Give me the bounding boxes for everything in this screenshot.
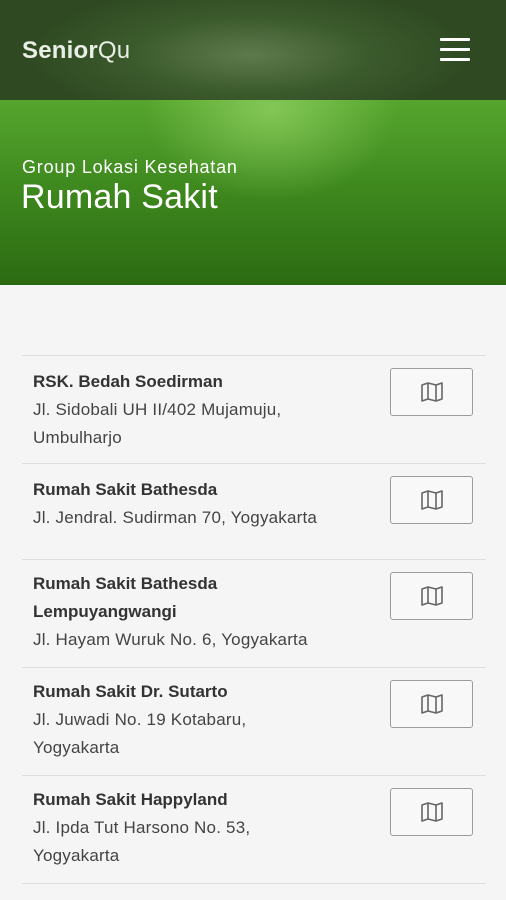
hospital-address-line: Jl. Sidobali UH II/402 Mujamuju, bbox=[33, 400, 282, 419]
list-item: RSK. Bedah Soedirman Jl. Sidobali UH II/… bbox=[22, 356, 486, 464]
map-icon bbox=[421, 490, 443, 510]
hospital-name: Rumah Sakit Bathesda bbox=[33, 574, 218, 593]
app-logo[interactable]: SeniorQu bbox=[22, 37, 130, 65]
map-icon bbox=[421, 802, 443, 822]
brand-bold-text: Senior bbox=[22, 37, 98, 64]
hospital-name: Rumah Sakit Happyland bbox=[33, 790, 228, 809]
hamburger-menu-icon-bar bbox=[440, 48, 470, 51]
hero-subtitle: Group Lokasi Kesehatan bbox=[22, 157, 238, 177]
hamburger-menu-icon-bar bbox=[440, 58, 470, 61]
list-item: Rumah Sakit Bathesda Lempuyangwangi Jl. … bbox=[22, 560, 486, 668]
map-icon bbox=[421, 694, 443, 714]
hospital-address-line: Jl. Ipda Tut Harsono No. 53, bbox=[33, 818, 251, 837]
list-item: Rumah Sakit Dr. Sutarto Jl. Juwadi No. 1… bbox=[22, 668, 486, 776]
hospital-address-line: Jl. Jendral. Sudirman 70, Yogyakarta bbox=[33, 508, 318, 527]
top-app-bar: SeniorQu bbox=[0, 0, 506, 100]
map-button[interactable] bbox=[390, 572, 473, 620]
hospital-name: Rumah Sakit Dr. Sutarto bbox=[33, 682, 228, 701]
hamburger-menu-icon bbox=[440, 38, 470, 41]
hero-banner: Group Lokasi Kesehatan Rumah Sakit bbox=[0, 100, 506, 285]
page-title: Rumah Sakit bbox=[21, 178, 218, 216]
hospital-address-line: Jl. Juwadi No. 19 Kotabaru, bbox=[33, 710, 247, 729]
map-button[interactable] bbox=[390, 788, 473, 836]
hospital-name: Rumah Sakit Bathesda bbox=[33, 480, 218, 499]
menu-button[interactable] bbox=[438, 38, 472, 64]
hospital-address-line: Yogyakarta bbox=[33, 846, 120, 865]
hospital-address-line: Umbulharjo bbox=[33, 428, 122, 447]
map-button[interactable] bbox=[390, 476, 473, 524]
hospital-address-line: Yogyakarta bbox=[33, 738, 120, 757]
list-item: Rumah Sakit Bathesda Jl. Jendral. Sudirm… bbox=[22, 464, 486, 560]
list-item: Rumah Sakit Happyland Jl. Ipda Tut Harso… bbox=[22, 776, 486, 884]
hospital-name: Lempuyangwangi bbox=[33, 602, 177, 621]
brand-regular-text: Qu bbox=[97, 37, 131, 64]
map-button[interactable] bbox=[390, 368, 473, 416]
hospital-name: RSK. Bedah Soedirman bbox=[33, 372, 223, 391]
map-icon bbox=[421, 586, 443, 606]
hospital-address-line: Jl. Hayam Wuruk No. 6, Yogyakarta bbox=[33, 630, 308, 649]
map-button[interactable] bbox=[390, 680, 473, 728]
hospital-list: RSK. Bedah Soedirman Jl. Sidobali UH II/… bbox=[22, 355, 486, 884]
map-icon bbox=[421, 382, 443, 402]
